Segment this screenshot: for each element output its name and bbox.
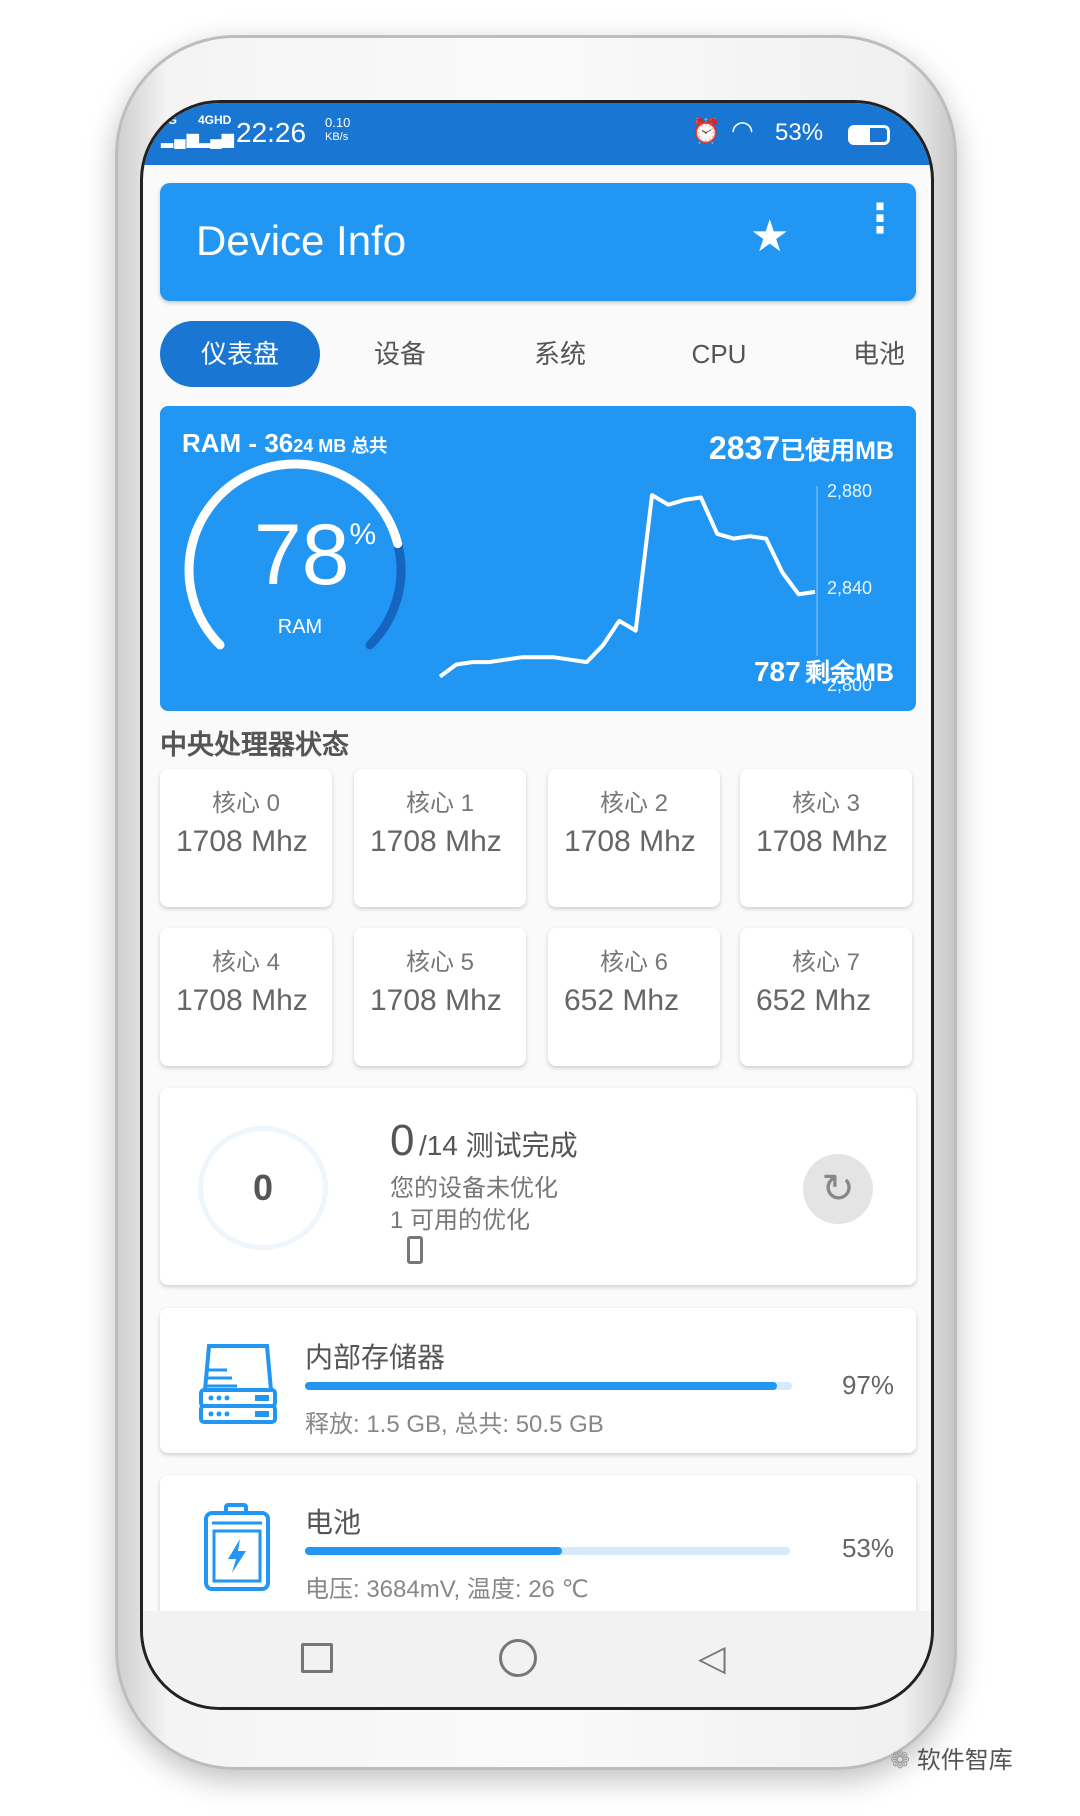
ram-percent: 78% [230,506,400,605]
core-frequency: 1708 Mhz [176,984,308,1017]
storage-percent: 97% [841,1370,894,1400]
core-label: 核心 6 [599,949,668,976]
storage-progress-fill [305,1382,778,1390]
y-tick-label: 2,880 [827,481,872,501]
alarm-icon: ⏰ [691,118,721,145]
battery-percent: 53% [841,1533,894,1563]
watermark: ❁ 软件智库 [890,1740,1013,1775]
optimize-card[interactable]: 0 0 /14 测试完成 您的设备未优化 1 可用的优化 ↻ [160,1088,916,1285]
core-frequency: 1708 Mhz [756,825,888,858]
tab-system[interactable]: 系统 [480,321,640,387]
core-frequency: 652 Mhz [564,984,680,1017]
optimize-score: 0 [198,1126,328,1250]
core-frequency: 1708 Mhz [176,825,308,858]
net-speed: 0.10 [325,115,351,130]
status-bar: 4G ▂▄▆ 4GHD ▂▄▆ 22:26 0.10 KB/s ⏰ ◠ 53% [143,103,931,165]
optimize-total: /14 测试完成 [418,1130,578,1161]
core-card: 核心 0 1708 Mhz [160,769,332,907]
network-1: 4G [161,113,178,127]
refresh-icon: ↻ [821,1167,855,1211]
back-button[interactable]: ◁ [698,1637,726,1679]
more-vert-icon[interactable]: ⋮ [860,199,900,239]
core-frequency: 1708 Mhz [370,825,502,858]
tab-cpu[interactable]: CPU [639,321,799,387]
watermark-text: 软件智库 [916,1747,1013,1774]
storage-card[interactable]: 内部存储器 97% 释放: 1.5 GB, 总共: 50.5 GB [160,1308,916,1453]
ram-free: 787 剩余MB [754,653,894,689]
core-card: 核心 7 652 Mhz [740,928,912,1066]
network-2: 4GHD [198,113,232,127]
core-frequency: 1708 Mhz [370,984,502,1017]
battery-icon [848,125,890,145]
battery-percent: 53% [775,119,824,146]
core-label: 核心 0 [211,790,280,817]
wechat-icon: ❁ [890,1747,917,1774]
battery-detail: 电压: 3684mV, 温度: 26 ℃ [305,1576,589,1603]
battery-progress-bar [305,1547,790,1555]
core-card: 核心 1 1708 Mhz [354,769,526,907]
star-icon[interactable]: ★ [750,211,789,262]
core-card: 核心 3 1708 Mhz [740,769,912,907]
screen: 4G ▂▄▆ 4GHD ▂▄▆ 22:26 0.10 KB/s ⏰ ◠ 53% … [140,100,934,1710]
storage-title: 内部存储器 [305,1342,446,1373]
battery-icon [204,1503,270,1591]
ram-percent-sign: % [349,518,377,551]
storage-detail: 释放: 1.5 GB, 总共: 50.5 GB [305,1411,604,1438]
core-label: 核心 7 [791,949,860,976]
core-label: 核心 1 [405,790,474,817]
core-label: 核心 3 [791,790,860,817]
ram-free-value: 787 [753,656,801,687]
core-frequency: 652 Mhz [756,984,872,1017]
ram-percent-value: 78 [253,507,350,603]
cpu-heading: 中央处理器状态 [160,730,349,760]
battery-progress-fill [305,1547,563,1555]
core-frequency: 1708 Mhz [564,825,696,858]
core-label: 核心 5 [405,949,474,976]
net-speed-unit: KB/s [325,131,349,143]
battery-title: 电池 [305,1507,362,1538]
app-title: Device Info [196,217,407,264]
optimize-status: 您的设备未优化 [390,1175,558,1202]
phone-icon [407,1236,423,1264]
home-button[interactable] [499,1639,537,1677]
tab-dashboard[interactable]: 仪表盘 [160,321,320,387]
signal-icon: ▂▄▆ [198,131,234,148]
optimize-progress: 0 /14 测试完成 [390,1116,578,1166]
tab-battery[interactable]: 电池 [799,321,931,387]
ram-free-label: 剩余MB [805,659,894,687]
y-tick-label: 2,840 [827,578,872,598]
core-card: 核心 2 1708 Mhz [548,769,720,907]
ram-card: RAM - 3624 MB 总共 2837已使用MB 2,880 2,840 2,8… [160,406,916,711]
core-card: 核心 4 1708 Mhz [160,928,332,1066]
storage-progress-bar [305,1382,792,1390]
core-card: 核心 5 1708 Mhz [354,928,526,1066]
recents-button[interactable] [301,1643,333,1673]
app-bar: Device Info ★ ⋮ [160,183,916,301]
tab-device[interactable]: 设备 [320,321,480,387]
ram-usage-line [438,493,816,679]
core-card: 核心 6 652 Mhz [548,928,720,1066]
storage-icon [199,1344,277,1424]
clock: 22:26 [236,117,307,148]
battery-card[interactable]: 电池 53% 电压: 3684mV, 温度: 26 ℃ [160,1475,916,1620]
navigation-bar: ◁ [143,1611,931,1707]
wifi-icon: ◠ [731,115,754,145]
refresh-button[interactable]: ↻ [803,1154,873,1224]
signal-icon: ▂▄▆ [161,131,200,148]
core-label: 核心 2 [599,790,668,817]
optimize-available: 1 可用的优化 [390,1207,531,1234]
gauge-label: RAM [277,616,323,638]
optimize-count: 0 [390,1116,415,1165]
core-label: 核心 4 [211,949,280,976]
